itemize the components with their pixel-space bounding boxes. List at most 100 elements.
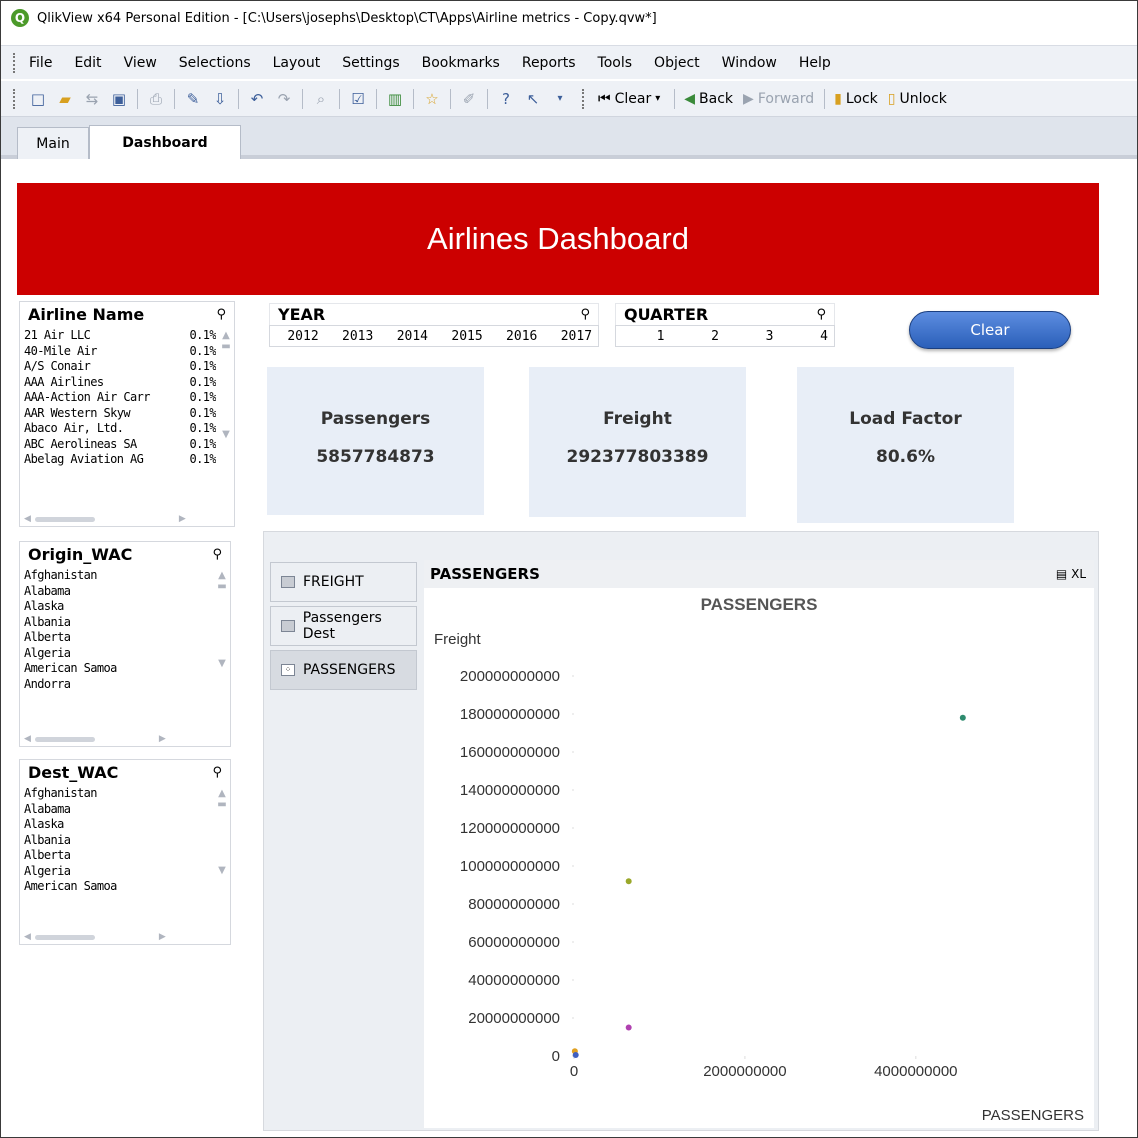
list-item[interactable]: Andorra: [22, 677, 212, 693]
list-item-name: Alaska: [24, 817, 64, 831]
search-icon[interactable]: ⚲: [212, 547, 222, 562]
listbox-header: YEAR ⚲: [269, 303, 599, 325]
vertical-scrollbar[interactable]: ▲ ▬ ▼: [216, 570, 228, 669]
list-item[interactable]: Afghanistan: [22, 786, 212, 802]
menu-settings[interactable]: Settings: [342, 55, 399, 71]
list-item[interactable]: Algeria: [22, 646, 212, 662]
origin-wac-listbox: Origin_WAC ⚲ Afghanistan Alabama Alaska Alb…: [19, 541, 231, 747]
open-folder-icon[interactable]: ▰: [56, 90, 74, 108]
list-item[interactable]: 21 Air LLC 0.1%: [22, 328, 216, 344]
list-item[interactable]: AAA Airlines 0.1%: [22, 375, 216, 391]
list-item[interactable]: Alaska: [22, 599, 212, 615]
list-item[interactable]: Abelag Aviation AG 0.1%: [22, 452, 216, 468]
list-item[interactable]: Alabama: [22, 584, 212, 600]
toolbar: □ ▰ ⇆ ▣ ⎙ ✎ ⇩ ↶ ↷ ⌕ ☑ ▥ ☆ ✐ ? ↖ ▾ ⏮ Clear…: [1, 81, 1137, 117]
menu-reports[interactable]: Reports: [522, 55, 576, 71]
list-item[interactable]: 40-Mile Air 0.1%: [22, 344, 216, 360]
toolbar-overflow-icon[interactable]: ▾: [551, 90, 569, 108]
list-item[interactable]: AAR Western Skyw 0.1%: [22, 406, 216, 422]
tab-dashboard[interactable]: Dashboard: [89, 125, 241, 159]
list-item[interactable]: Alberta: [22, 630, 212, 646]
reload-icon[interactable]: ⇆: [83, 90, 101, 108]
unlock-button[interactable]: ▯ Unlock: [888, 91, 947, 107]
container-tab-passengers[interactable]: ⁘ PASSENGERS: [270, 650, 417, 690]
search-icon[interactable]: ⚲: [216, 307, 226, 322]
horizontal-scrollbar[interactable]: ◀ ▶: [24, 932, 166, 942]
menu-layout[interactable]: Layout: [273, 55, 321, 71]
reload-data-icon[interactable]: ⇩: [211, 90, 229, 108]
clear-icon: ⏮: [598, 90, 611, 107]
help-icon[interactable]: ?: [497, 90, 515, 108]
window-title: QlikView x64 Personal Edition - [C:\User…: [37, 10, 657, 26]
container-tab-passengers-dest[interactable]: Passengers Dest: [270, 606, 417, 646]
menu-help[interactable]: Help: [799, 55, 831, 71]
chart-container: FREIGHT Passengers Dest ⁘ PASSENGERS PAS…: [263, 531, 1099, 1131]
list-item[interactable]: Albania: [22, 833, 212, 849]
lock-icon: ▮: [834, 90, 842, 107]
context-help-icon[interactable]: ↖: [524, 90, 542, 108]
list-item[interactable]: Alabama: [22, 802, 212, 818]
year-value[interactable]: 2017: [543, 329, 598, 344]
year-value[interactable]: 2014: [379, 329, 434, 344]
forward-icon: ▶: [743, 90, 754, 107]
new-chart-icon[interactable]: ▥: [386, 90, 404, 108]
lock-button[interactable]: ▮ Lock: [834, 91, 878, 107]
menu-file[interactable]: File: [29, 55, 52, 71]
year-value[interactable]: 2013: [325, 329, 380, 344]
search-icon[interactable]: ⚲: [816, 307, 826, 322]
export-excel-button[interactable]: ▤ XL: [1056, 567, 1086, 581]
quarter-value[interactable]: 3: [725, 329, 780, 344]
list-item[interactable]: American Samoa: [22, 661, 212, 677]
clear-toolbar-button[interactable]: ⏮ Clear ▾: [598, 91, 664, 107]
vertical-scrollbar[interactable]: ▲ ▬ ▼: [220, 330, 232, 440]
save-icon[interactable]: ▣: [110, 90, 128, 108]
clear-button[interactable]: Clear: [909, 311, 1071, 349]
menu-selections[interactable]: Selections: [179, 55, 251, 71]
search-icon[interactable]: ⚲: [212, 765, 222, 780]
horizontal-scrollbar[interactable]: ◀ ▶: [24, 734, 166, 744]
list-item[interactable]: ABC Aerolineas SA 0.1%: [22, 437, 216, 453]
airline-name-listbox: Airline Name ⚲ 21 Air LLC 0.1% 40-Mile Air…: [19, 301, 235, 527]
vertical-scrollbar[interactable]: ▲ ▬ ▼: [216, 788, 228, 876]
search-icon[interactable]: ⚲: [580, 307, 590, 322]
forward-button[interactable]: ▶ Forward: [743, 91, 814, 107]
menu-window[interactable]: Window: [722, 55, 777, 71]
list-item[interactable]: Algeria: [22, 864, 212, 880]
quarter-value[interactable]: 1: [616, 329, 671, 344]
list-item[interactable]: American Samoa: [22, 879, 212, 895]
list-item[interactable]: Albania: [22, 615, 212, 631]
menu-bookmarks[interactable]: Bookmarks: [422, 55, 500, 71]
current-selections-icon[interactable]: ☑: [349, 90, 367, 108]
new-document-icon[interactable]: □: [29, 90, 47, 108]
year-value[interactable]: 2015: [434, 329, 489, 344]
scatter-icon: ⁘: [281, 664, 295, 676]
list-item[interactable]: Afghanistan: [22, 568, 212, 584]
menu-edit[interactable]: Edit: [74, 55, 101, 71]
quarter-value[interactable]: 2: [671, 329, 726, 344]
year-value[interactable]: 2012: [270, 329, 325, 344]
y-tick-label: 140000000000: [460, 782, 560, 799]
list-item-name: American Samoa: [24, 661, 117, 675]
tab-main[interactable]: Main: [17, 127, 89, 159]
quarter-value[interactable]: 4: [780, 329, 835, 344]
redo-icon[interactable]: ↷: [275, 90, 293, 108]
unlock-icon: ▯: [887, 90, 896, 107]
list-item[interactable]: Abaco Air, Ltd. 0.1%: [22, 421, 216, 437]
list-item[interactable]: AAA-Action Air Carr 0.1%: [22, 390, 216, 406]
edit-object-icon[interactable]: ✐: [460, 90, 478, 108]
edit-script-icon[interactable]: ✎: [184, 90, 202, 108]
list-item[interactable]: Alberta: [22, 848, 212, 864]
menu-tools[interactable]: Tools: [598, 55, 633, 71]
year-value[interactable]: 2016: [489, 329, 544, 344]
back-button[interactable]: ◀ Back: [684, 91, 733, 107]
undo-icon[interactable]: ↶: [248, 90, 266, 108]
list-item[interactable]: Alaska: [22, 817, 212, 833]
bookmark-star-icon[interactable]: ☆: [423, 90, 441, 108]
menu-view[interactable]: View: [124, 55, 157, 71]
print-icon[interactable]: ⎙: [147, 90, 165, 108]
search-icon[interactable]: ⌕: [312, 90, 330, 108]
container-tab-freight[interactable]: FREIGHT: [270, 562, 417, 602]
horizontal-scrollbar[interactable]: ◀ ▶: [24, 514, 186, 524]
list-item[interactable]: A/S Conair 0.1%: [22, 359, 216, 375]
menu-object[interactable]: Object: [654, 55, 700, 71]
